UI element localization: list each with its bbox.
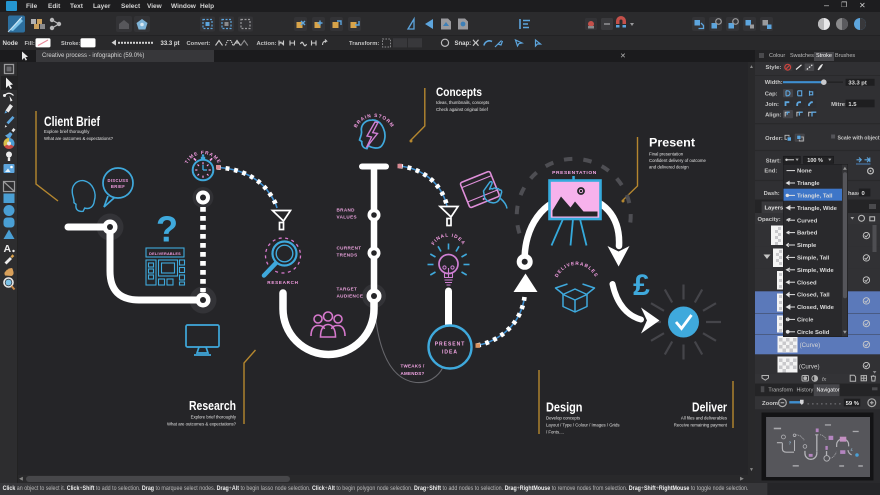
svg-text:0: 0 <box>862 191 865 197</box>
svg-text:/ Fonts....: / Fonts.... <box>546 429 564 434</box>
svg-text:Style:: Style: <box>766 65 782 71</box>
svg-text:Layout / Type / Colour / Image: Layout / Type / Colour / Images / Grids <box>546 423 619 428</box>
svg-text:59 %: 59 % <box>846 401 860 407</box>
svg-text:Zoom:: Zoom: <box>762 401 780 407</box>
svg-text:Mitre:: Mitre: <box>831 102 847 108</box>
svg-text:PRESENT: PRESENT <box>435 342 466 348</box>
svg-text:Develop concepts: Develop concepts <box>546 416 580 421</box>
svg-text:Deliver: Deliver <box>692 400 727 415</box>
svg-text:PRESENTATION: PRESENTATION <box>552 170 597 176</box>
svg-text:Simple, Tall: Simple, Tall <box>797 255 830 261</box>
svg-text:Opacity:: Opacity: <box>758 217 781 223</box>
svg-text:Fill:: Fill: <box>25 41 35 47</box>
svg-text:Cap:: Cap: <box>765 91 778 97</box>
svg-text:Design: Design <box>546 400 583 415</box>
svg-text:Dash:: Dash: <box>764 191 780 197</box>
svg-text:Layers: Layers <box>765 206 784 212</box>
svg-text:33.3 pt: 33.3 pt <box>161 41 180 47</box>
svg-text:TARGET: TARGET <box>337 287 358 292</box>
svg-text:Curved: Curved <box>797 218 818 224</box>
svg-text:?: ? <box>156 209 178 250</box>
svg-text:A: A <box>4 243 12 255</box>
svg-text:Join:: Join: <box>765 102 779 108</box>
svg-text:VALUES: VALUES <box>337 215 357 220</box>
svg-text:Client Brief: Client Brief <box>44 113 100 129</box>
svg-text:Triangle: Triangle <box>797 181 820 187</box>
svg-text:RESEARCH: RESEARCH <box>267 280 298 285</box>
svg-text:DELIVERABLES: DELIVERABLES <box>149 252 181 256</box>
svg-text:All files and deliverables: All files and deliverables <box>681 416 727 421</box>
svg-text:1.5: 1.5 <box>848 102 857 108</box>
svg-text:Confident delivery of outcome: Confident delivery of outcome <box>649 158 706 163</box>
svg-text:Closed, Tall: Closed, Tall <box>797 292 830 298</box>
svg-text:and delivered design: and delivered design <box>649 165 689 170</box>
svg-text:What are outcomes & expectatio: What are outcomes & expectations? <box>167 422 237 427</box>
svg-text:Order:: Order: <box>765 136 783 142</box>
svg-text:Start:: Start: <box>766 158 781 164</box>
svg-text:Triangle, Tall: Triangle, Tall <box>797 193 833 199</box>
svg-text:DISCUSS: DISCUSS <box>108 178 129 183</box>
svg-text:TRENDS: TRENDS <box>337 253 358 258</box>
svg-text:History: History <box>797 387 814 393</box>
svg-text:AMENDS?: AMENDS? <box>401 371 425 376</box>
svg-text:Explore brief thoroughly: Explore brief thoroughly <box>191 415 237 420</box>
svg-text:BRAND: BRAND <box>337 208 356 213</box>
svg-text:33.3 pt: 33.3 pt <box>848 80 866 86</box>
svg-text:DELIVERABLES: DELIVERABLES <box>554 261 599 279</box>
svg-text:AUDIENCE: AUDIENCE <box>337 294 364 299</box>
svg-text:Barbed: Barbed <box>797 230 818 236</box>
svg-text:(Curve): (Curve) <box>799 363 820 370</box>
svg-text:Concepts: Concepts <box>436 85 482 99</box>
svg-text:TWEAKS /: TWEAKS / <box>401 364 425 369</box>
svg-text:Convert:: Convert: <box>187 41 211 47</box>
svg-text:Final presentation: Final presentation <box>649 151 684 156</box>
svg-text:Scale with object: Scale with object <box>838 135 880 141</box>
svg-text:Simple: Simple <box>797 243 817 249</box>
svg-text:Circle: Circle <box>797 317 814 323</box>
svg-text:fx: fx <box>822 377 826 383</box>
svg-text:Closed, Wide: Closed, Wide <box>797 305 835 311</box>
svg-text:Align:: Align: <box>765 112 781 118</box>
svg-text:Triangle, Wide: Triangle, Wide <box>797 206 838 212</box>
svg-text:(Curve): (Curve) <box>800 342 821 349</box>
svg-text:None: None <box>797 168 812 174</box>
svg-text:BRIEF: BRIEF <box>111 184 125 189</box>
svg-text:Present: Present <box>649 136 695 150</box>
svg-text:Receive remaining payment: Receive remaining payment <box>674 423 728 428</box>
svg-text:Transform:: Transform: <box>349 41 379 47</box>
svg-text:Simple, Wide: Simple, Wide <box>797 268 834 274</box>
svg-text:Snap:: Snap: <box>455 41 472 47</box>
svg-text:End:: End: <box>764 169 777 175</box>
svg-text:Circle Solid: Circle Solid <box>797 330 830 336</box>
svg-text:Width:: Width: <box>765 80 783 86</box>
svg-text:IDEA: IDEA <box>442 350 458 356</box>
svg-text:Research: Research <box>189 398 236 413</box>
svg-text:Ideas, thumbnails, concepts: Ideas, thumbnails, concepts <box>436 100 489 105</box>
svg-text:Transform: Transform <box>768 387 793 393</box>
svg-text:Node: Node <box>3 40 19 47</box>
svg-text:Check against original brief: Check against original brief <box>436 107 489 112</box>
svg-text:Navigator: Navigator <box>817 387 840 393</box>
svg-text:Explore brief thoroughly: Explore brief thoroughly <box>44 129 90 134</box>
svg-text:CURRENT: CURRENT <box>337 246 362 251</box>
svg-text:Closed: Closed <box>797 280 817 286</box>
svg-text:£: £ <box>633 269 650 302</box>
svg-text:£: £ <box>850 448 852 452</box>
svg-text:Action:: Action: <box>257 41 277 47</box>
svg-text:What are outcomes & expectatio: What are outcomes & expectations? <box>44 136 114 141</box>
svg-text:Stroke:: Stroke: <box>61 41 80 47</box>
